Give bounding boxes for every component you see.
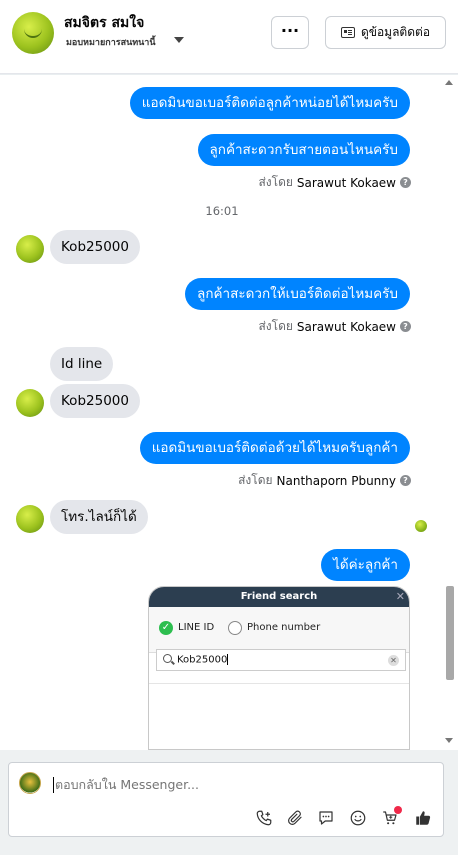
sender-name[interactable]: Nanthaporn Pbunny (277, 474, 396, 488)
contact-card-icon (340, 27, 355, 38)
sender-avatar[interactable] (16, 235, 44, 263)
sender-name[interactable]: Sarawut Kokaew (297, 320, 396, 334)
message-incoming[interactable]: Kob25000 (50, 230, 140, 264)
sent-by-label: ส่งโดย Sarawut Kokaew ? (258, 317, 411, 336)
message-incoming[interactable]: โทร.ไลน์ก็ได้ (50, 500, 148, 534)
emoji-icon[interactable] (347, 807, 369, 829)
friend-search-title: Friend search (240, 591, 318, 602)
sender-avatar[interactable] (16, 505, 44, 533)
checkmark-icon: ✓ (159, 621, 173, 635)
like-icon[interactable] (412, 807, 434, 829)
contact-name[interactable]: สมจิตร สมใจ (64, 12, 144, 34)
friend-search-titlebar: Friend search ✕ (149, 587, 409, 607)
close-icon: ✕ (395, 590, 405, 603)
assign-conversation-label[interactable]: มอบหมายการสนทนานี้ (66, 35, 156, 49)
message-outgoing[interactable]: ได้ค่ะลูกค้า (321, 549, 410, 581)
text-caret (53, 777, 54, 793)
more-options-button[interactable]: ··· (271, 16, 309, 49)
sent-by-prefix: ส่งโดย (258, 319, 293, 333)
friend-search-options: ✓ LINE ID Phone number (149, 607, 409, 653)
message-outgoing[interactable]: แอดมินขอเบอร์ติดต่อด้วยได้ไหมครับลูกค้า (139, 432, 410, 464)
timestamp: 16:01 (205, 204, 239, 218)
composer (8, 762, 444, 837)
radio-icon (228, 621, 242, 635)
message-outgoing[interactable]: แอดมินขอเบอร์ติดต่อลูกค้าหน่อยได้ไหมครับ (129, 87, 410, 119)
message-outgoing[interactable]: ลูกค้าสะดวกให้เบอร์ติดต่อไหมครับ (185, 278, 410, 310)
sender-name[interactable]: Sarawut Kokaew (297, 176, 396, 190)
help-icon[interactable]: ? (400, 475, 411, 486)
page-avatar[interactable] (19, 772, 41, 794)
chevron-down-icon[interactable] (174, 37, 184, 43)
search-icon (163, 654, 172, 663)
scroll-up-arrow-icon[interactable] (445, 80, 453, 85)
contact-avatar[interactable] (12, 12, 54, 54)
sender-avatar[interactable] (16, 389, 44, 417)
message-outgoing[interactable]: ลูกค้าสะดวกรับสายตอนไหนครับ (197, 134, 410, 166)
message-incoming[interactable]: Id line (50, 347, 114, 381)
divider (149, 683, 409, 684)
friend-search-query: Kob25000 (177, 654, 229, 666)
sent-by-prefix: ส่งโดย (258, 175, 293, 189)
message-incoming[interactable]: Kob25000 (50, 384, 140, 418)
line-id-option: LINE ID (178, 622, 215, 633)
help-icon[interactable]: ? (400, 321, 411, 332)
add-call-icon[interactable] (253, 807, 275, 829)
reply-input[interactable] (55, 777, 395, 792)
attachment-icon[interactable] (284, 807, 306, 829)
seen-indicator-avatar (415, 520, 427, 532)
sent-by-prefix: ส่งโดย (238, 473, 273, 487)
cart-icon[interactable] (379, 806, 402, 829)
view-contact-info-label: ดูข้อมูลติดต่อ (360, 25, 431, 39)
scrollbar-thumb[interactable] (446, 586, 454, 680)
help-icon[interactable]: ? (400, 177, 411, 188)
sent-by-label: ส่งโดย Sarawut Kokaew ? (258, 173, 411, 192)
phone-number-option: Phone number (247, 622, 321, 633)
conversation-header: สมจิตร สมใจ มอบหมายการสนทนานี้ ··· ดูข้อ… (0, 0, 458, 74)
clear-icon: ✕ (388, 655, 399, 666)
scroll-down-arrow-icon[interactable] (445, 738, 453, 743)
friend-search-box: Kob25000 ✕ (156, 649, 406, 671)
image-attachment[interactable]: Friend search ✕ ✓ LINE ID Phone number K… (148, 586, 410, 750)
notification-dot (394, 806, 402, 814)
sent-by-label: ส่งโดย Nanthaporn Pbunny ? (238, 471, 411, 490)
view-contact-info-button[interactable]: ดูข้อมูลติดต่อ (325, 16, 446, 49)
saved-reply-icon[interactable] (315, 807, 337, 829)
